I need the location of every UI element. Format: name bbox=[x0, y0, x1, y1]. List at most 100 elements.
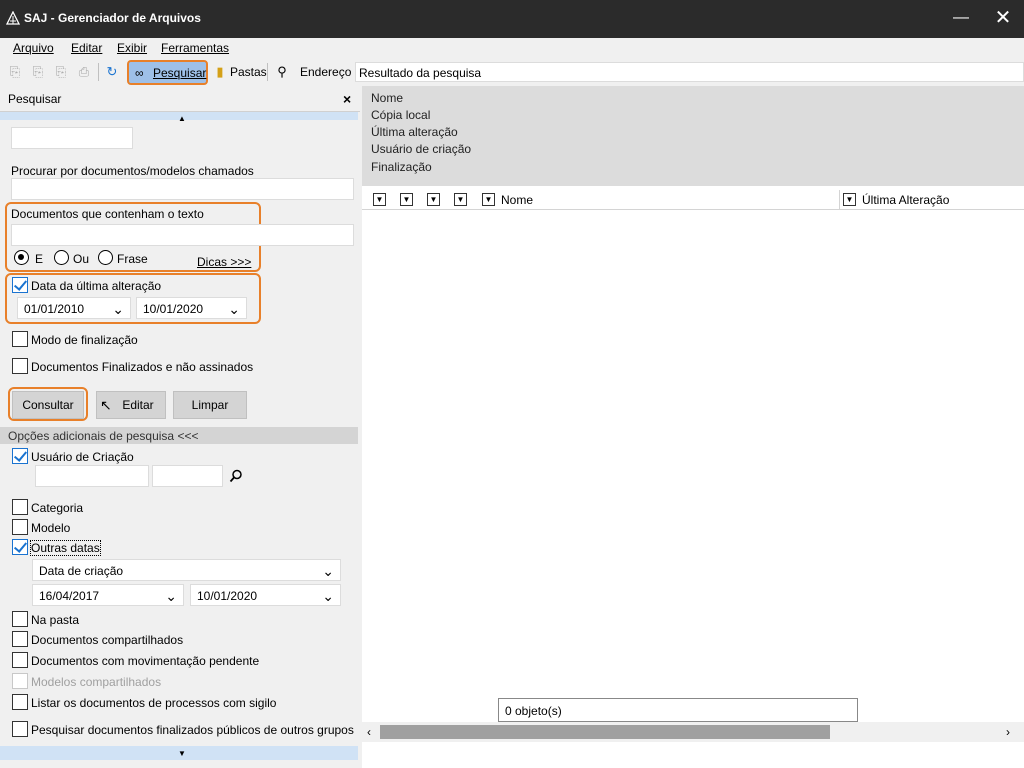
radio-phrase[interactable] bbox=[98, 250, 113, 265]
other-dates-to-select[interactable]: 10/01/2020 ⌄ bbox=[190, 584, 341, 606]
column-filter-icon[interactable]: ▼ bbox=[400, 193, 413, 206]
find-by-name-input[interactable] bbox=[11, 178, 354, 200]
category-label: Categoria bbox=[31, 501, 84, 515]
secret-docs-checkbox[interactable] bbox=[12, 694, 28, 710]
scroll-left-icon[interactable]: ‹ bbox=[367, 725, 371, 739]
results-panel: Nome Cópia local Última alteração Usuári… bbox=[362, 86, 1024, 768]
shared-models-label: Modelos compartilhados bbox=[31, 675, 162, 689]
last-change-to-select[interactable]: 10/01/2020 ⌄ bbox=[136, 297, 247, 319]
category-checkbox[interactable] bbox=[12, 499, 28, 515]
attribute-creation-user: Usuário de criação bbox=[371, 142, 472, 156]
radio-or[interactable] bbox=[54, 250, 69, 265]
folders-icon[interactable]: ▮ bbox=[212, 64, 228, 80]
search-toolbar-button[interactable]: ∞ Pesquisar bbox=[127, 60, 208, 85]
attribute-last-change: Última alteração bbox=[371, 125, 458, 139]
menu-bar: Arquivo Editar Exibir Ferramentas bbox=[0, 38, 1024, 58]
column-filter-icon[interactable]: ▼ bbox=[482, 193, 495, 206]
last-change-from-select[interactable]: 01/01/2010 ⌄ bbox=[17, 297, 131, 319]
mouse-cursor-icon: ↖ bbox=[100, 397, 112, 413]
new-model-icon[interactable]: ⎘ bbox=[30, 64, 46, 80]
model-checkbox[interactable] bbox=[12, 519, 28, 535]
scroll-up-icon[interactable]: ▲ bbox=[178, 114, 186, 123]
pin-icon[interactable]: ⚲ bbox=[274, 64, 290, 80]
column-filter-icon[interactable]: ▼ bbox=[843, 193, 856, 206]
last-change-checkbox[interactable] bbox=[12, 277, 28, 293]
column-filter-icon[interactable]: ▼ bbox=[427, 193, 440, 206]
in-folder-checkbox[interactable] bbox=[12, 611, 28, 627]
binoculars-icon: ∞ bbox=[135, 66, 144, 80]
pending-docs-label: Documentos com movimentação pendente bbox=[31, 654, 260, 668]
in-folder-label: Na pasta bbox=[31, 613, 80, 627]
other-dates-type-select[interactable]: Data de criação ⌄ bbox=[32, 559, 341, 581]
finalization-mode-checkbox[interactable] bbox=[12, 331, 28, 347]
last-change-from-value: 01/01/2010 bbox=[24, 302, 85, 316]
object-count-status: 0 objeto(s) bbox=[498, 698, 858, 722]
menu-exibir[interactable]: Exibir bbox=[117, 41, 147, 55]
creation-user-code-input[interactable] bbox=[35, 465, 149, 487]
radio-and[interactable] bbox=[14, 250, 29, 265]
radio-phrase-label: Frase bbox=[117, 252, 148, 266]
minimize-button[interactable]: — bbox=[940, 0, 982, 38]
consultar-button[interactable]: Consultar bbox=[12, 391, 84, 419]
chevron-down-icon: ⌄ bbox=[322, 563, 334, 579]
shared-docs-checkbox[interactable] bbox=[12, 631, 28, 647]
radio-or-label: Ou bbox=[73, 252, 90, 266]
public-finalized-checkbox[interactable] bbox=[12, 721, 28, 737]
other-dates-checkbox[interactable] bbox=[12, 539, 28, 555]
chevron-down-icon: ⌄ bbox=[165, 588, 177, 604]
scroll-down-icon[interactable]: ▼ bbox=[178, 749, 186, 758]
search-icon[interactable] bbox=[229, 469, 243, 483]
partial-field[interactable] bbox=[11, 127, 133, 149]
attributes-area: Nome Cópia local Última alteração Usuári… bbox=[362, 86, 1024, 186]
menu-arquivo[interactable]: Arquivo bbox=[13, 41, 54, 55]
app-logo-icon bbox=[6, 11, 20, 25]
creation-user-label: Usuário de Criação bbox=[31, 450, 134, 464]
close-panel-button[interactable]: × bbox=[343, 91, 351, 107]
scroll-right-icon[interactable]: › bbox=[1006, 725, 1010, 739]
finalized-unsigned-checkbox[interactable] bbox=[12, 358, 28, 374]
creation-user-name-input[interactable] bbox=[152, 465, 223, 487]
toolbar-separator bbox=[98, 63, 99, 81]
results-column-header: ▼ ▼ ▼ ▼ ▼ Nome ▼ Última Alteração bbox=[362, 190, 1024, 210]
last-change-to-value: 10/01/2020 bbox=[143, 302, 204, 316]
address-field[interactable]: Resultado da pesquisa bbox=[355, 62, 1024, 82]
other-dates-from-select[interactable]: 16/04/2017 ⌄ bbox=[32, 584, 184, 606]
scrollbar-thumb[interactable] bbox=[380, 725, 830, 739]
attribute-finalization: Finalização bbox=[371, 160, 432, 174]
search-panel: Pesquisar × ▲ Procurar por documentos/mo… bbox=[0, 86, 362, 768]
finalized-unsigned-label: Documentos Finalizados e não assinados bbox=[31, 360, 254, 374]
refresh-icon[interactable]: ↻ bbox=[104, 64, 120, 80]
column-last-change[interactable]: Última Alteração bbox=[862, 193, 949, 207]
column-divider[interactable] bbox=[839, 190, 840, 210]
search-panel-header: Pesquisar × bbox=[0, 86, 360, 112]
shared-docs-label: Documentos compartilhados bbox=[31, 633, 184, 647]
limpar-button[interactable]: Limpar bbox=[173, 391, 247, 419]
column-filter-icon[interactable]: ▼ bbox=[454, 193, 467, 206]
more-options-bar[interactable]: Opções adicionais de pesquisa <<< bbox=[0, 427, 358, 444]
column-filter-icon[interactable]: ▼ bbox=[373, 193, 386, 206]
menu-editar[interactable]: Editar bbox=[71, 41, 102, 55]
last-change-label: Data da última alteração bbox=[31, 279, 162, 293]
creation-user-checkbox[interactable] bbox=[12, 448, 28, 464]
column-name[interactable]: Nome bbox=[501, 193, 533, 207]
address-label: Endereço bbox=[300, 65, 352, 79]
chevron-down-icon: ⌄ bbox=[322, 588, 334, 604]
toolbar-separator bbox=[267, 63, 268, 81]
print-icon[interactable]: ⎙ bbox=[76, 64, 92, 80]
new-document-icon[interactable]: ⎘ bbox=[7, 64, 23, 80]
radio-and-label: E bbox=[35, 252, 44, 266]
close-window-button[interactable]: ✕ bbox=[982, 0, 1024, 38]
search-panel-title: Pesquisar bbox=[8, 92, 62, 106]
public-finalized-label: Pesquisar documentos finalizados público… bbox=[31, 723, 354, 737]
secret-docs-label: Listar os documentos de processos com si… bbox=[31, 696, 277, 710]
model-label: Modelo bbox=[31, 521, 71, 535]
pending-docs-checkbox[interactable] bbox=[12, 652, 28, 668]
other-dates-from-value: 16/04/2017 bbox=[39, 589, 100, 603]
folders-button[interactable]: Pastas bbox=[230, 65, 267, 79]
contains-text-input[interactable] bbox=[11, 224, 354, 246]
window-title: SAJ - Gerenciador de Arquivos bbox=[24, 11, 201, 25]
horizontal-scrollbar[interactable]: ‹ › bbox=[362, 722, 1024, 742]
tips-link[interactable]: Dicas >>> bbox=[197, 255, 251, 269]
copy-document-icon[interactable]: ⎘ bbox=[53, 64, 69, 80]
menu-ferramentas[interactable]: Ferramentas bbox=[161, 41, 229, 55]
